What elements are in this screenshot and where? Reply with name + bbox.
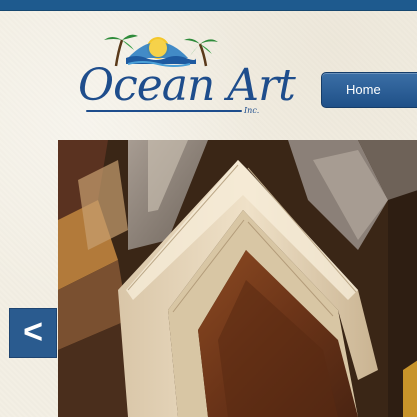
top-bar xyxy=(0,0,417,11)
logo-suffix: Inc. xyxy=(244,106,260,115)
nav-home-button[interactable]: Home xyxy=(321,72,417,108)
hero-slider xyxy=(58,140,417,417)
logo-text: Ocean Art xyxy=(78,60,296,111)
site-logo[interactable]: Ocean Art Inc. xyxy=(72,28,296,120)
hero-image xyxy=(58,140,417,417)
logo-underline xyxy=(86,110,242,112)
slider-prev-button[interactable]: < xyxy=(9,308,57,358)
